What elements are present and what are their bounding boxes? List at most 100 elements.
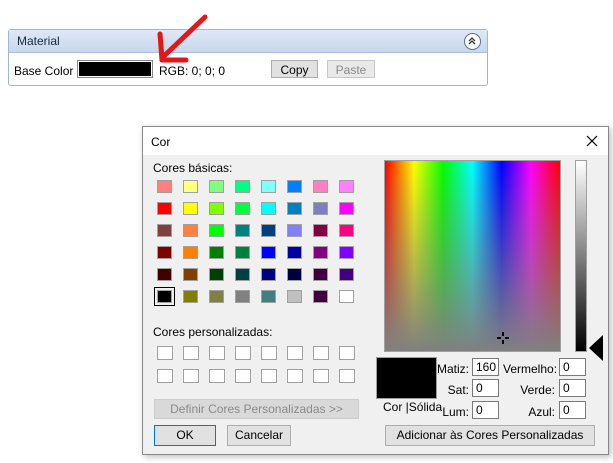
basic-color-swatch[interactable]	[339, 224, 354, 237]
basic-color-swatch[interactable]	[287, 202, 302, 215]
basic-color-swatch[interactable]	[209, 202, 224, 215]
color-dialog: Cor Cores básicas: Cores personalizadas:…	[142, 126, 609, 455]
basic-color-swatch[interactable]	[261, 246, 276, 259]
add-custom-colors-button[interactable]: Adicionar às Cores Personalizadas	[385, 425, 595, 446]
basic-color-swatch[interactable]	[183, 246, 198, 259]
basic-color-swatch[interactable]	[157, 246, 172, 259]
basic-color-swatch[interactable]	[261, 290, 276, 303]
basic-color-swatch[interactable]	[209, 290, 224, 303]
color-preview	[376, 357, 437, 399]
basic-color-swatch[interactable]	[313, 268, 328, 281]
custom-color-swatch[interactable]	[313, 346, 329, 360]
green-label: Verde:	[520, 383, 555, 397]
basic-color-swatch[interactable]	[287, 224, 302, 237]
custom-color-swatch[interactable]	[157, 346, 173, 360]
custom-color-swatch[interactable]	[313, 369, 329, 383]
basic-color-swatch[interactable]	[287, 290, 302, 303]
basic-color-swatch[interactable]	[209, 268, 224, 281]
custom-colors-label: Cores personalizadas:	[153, 325, 273, 339]
basic-color-swatch[interactable]	[235, 268, 250, 281]
base-color-label: Base Color	[14, 64, 74, 78]
paste-button[interactable]: Paste	[327, 60, 375, 78]
custom-color-swatch[interactable]	[339, 346, 355, 360]
green-field[interactable]: 0	[559, 379, 586, 397]
lum-label: Lum:	[442, 405, 469, 419]
basic-color-swatch[interactable]	[287, 180, 302, 193]
basic-color-swatch[interactable]	[339, 246, 354, 259]
copy-button[interactable]: Copy	[271, 60, 318, 78]
basic-color-swatch[interactable]	[235, 224, 250, 237]
basic-color-swatch[interactable]	[313, 246, 328, 259]
basic-color-swatch[interactable]	[339, 180, 354, 193]
dialog-titlebar: Cor	[143, 127, 608, 155]
basic-color-swatch[interactable]	[339, 268, 354, 281]
custom-color-swatch[interactable]	[287, 369, 303, 383]
define-custom-colors-button[interactable]: Definir Cores Personalizadas >>	[154, 399, 359, 419]
sat-field[interactable]: 0	[472, 379, 499, 397]
basic-color-swatch[interactable]	[261, 224, 276, 237]
basic-color-swatch[interactable]	[154, 287, 175, 306]
basic-color-swatch[interactable]	[235, 180, 250, 193]
basic-color-swatch[interactable]	[183, 290, 198, 303]
custom-color-swatch[interactable]	[339, 369, 355, 383]
hue-field[interactable]: 160	[472, 358, 499, 376]
custom-color-swatch[interactable]	[261, 369, 277, 383]
blue-label: Azul:	[528, 405, 555, 419]
sat-label: Sat:	[447, 383, 469, 397]
basic-color-swatch[interactable]	[235, 290, 250, 303]
basic-color-swatch[interactable]	[183, 268, 198, 281]
dialog-title: Cor	[151, 135, 171, 149]
basic-color-swatch[interactable]	[209, 224, 224, 237]
basic-color-swatch[interactable]	[261, 180, 276, 193]
basic-color-swatch[interactable]	[157, 180, 172, 193]
basic-color-swatch[interactable]	[261, 268, 276, 281]
basic-color-swatch[interactable]	[261, 202, 276, 215]
basic-colors-label: Cores básicas:	[153, 161, 233, 175]
custom-color-swatch[interactable]	[287, 346, 303, 360]
custom-color-swatch[interactable]	[261, 346, 277, 360]
basic-color-swatch[interactable]	[287, 268, 302, 281]
custom-color-swatch[interactable]	[157, 369, 173, 383]
basic-color-swatch[interactable]	[157, 268, 172, 281]
close-icon[interactable]	[584, 133, 600, 149]
basic-color-swatch[interactable]	[313, 202, 328, 215]
basic-color-swatch[interactable]	[183, 180, 198, 193]
basic-color-swatch[interactable]	[209, 246, 224, 259]
basic-color-swatch[interactable]	[313, 290, 328, 303]
basic-color-swatch[interactable]	[313, 224, 328, 237]
basic-color-swatch[interactable]	[183, 224, 198, 237]
red-field[interactable]: 0	[559, 358, 586, 376]
red-label: Vermelho:	[503, 362, 558, 376]
collapse-icon[interactable]	[464, 33, 481, 50]
lum-field[interactable]: 0	[472, 401, 499, 419]
material-header: Material	[9, 30, 487, 53]
blue-field[interactable]: 0	[559, 401, 586, 419]
custom-color-swatch[interactable]	[183, 369, 199, 383]
luminance-slider[interactable]	[575, 160, 587, 352]
red-arrow-icon	[157, 14, 208, 63]
custom-color-swatch[interactable]	[183, 346, 199, 360]
basic-color-swatch[interactable]	[157, 202, 172, 215]
base-color-swatch[interactable]	[77, 60, 153, 78]
basic-color-swatch[interactable]	[313, 180, 328, 193]
basic-color-swatch[interactable]	[235, 202, 250, 215]
basic-color-swatch[interactable]	[157, 224, 172, 237]
cancel-button[interactable]: Cancelar	[227, 425, 291, 446]
basic-color-swatch[interactable]	[235, 246, 250, 259]
custom-color-swatch[interactable]	[209, 369, 225, 383]
color-spectrum[interactable]	[384, 160, 561, 352]
basic-color-swatch[interactable]	[287, 246, 302, 259]
material-title: Material	[17, 34, 60, 48]
custom-color-swatch[interactable]	[235, 369, 251, 383]
custom-color-swatch[interactable]	[209, 346, 225, 360]
basic-color-swatch[interactable]	[339, 202, 354, 215]
hue-label: Matiz:	[437, 362, 470, 376]
custom-color-swatch[interactable]	[235, 346, 251, 360]
basic-color-swatch[interactable]	[183, 202, 198, 215]
basic-color-swatch[interactable]	[209, 180, 224, 193]
material-panel: Material Base Color RGB: 0; 0; 0 Copy Pa…	[8, 29, 488, 86]
basic-color-swatch[interactable]	[339, 290, 354, 303]
luminance-pointer-icon[interactable]	[589, 335, 603, 361]
crosshair-icon	[497, 332, 509, 344]
ok-button[interactable]: OK	[154, 425, 216, 446]
